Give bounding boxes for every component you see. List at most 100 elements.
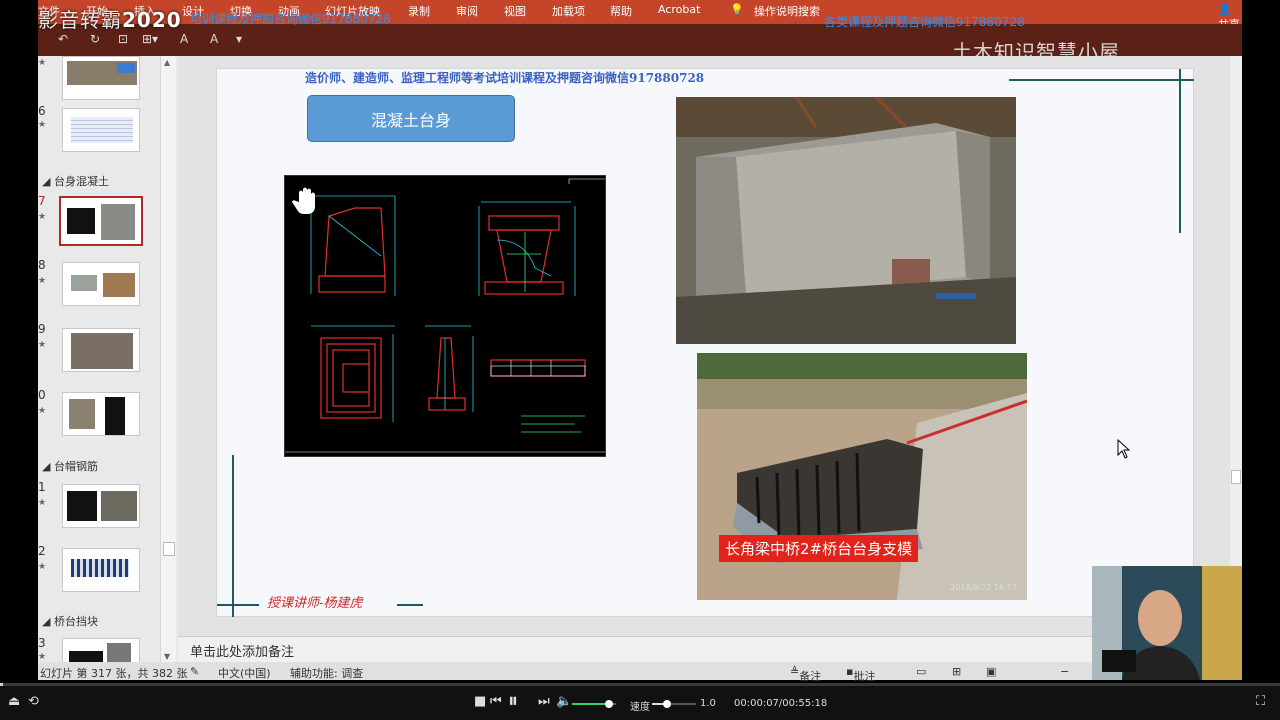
loop-icon[interactable]: ⟲ [28, 695, 39, 708]
stop-icon[interactable]: ■ [474, 695, 486, 708]
font-shrink-icon[interactable]: A [210, 32, 218, 46]
section-header[interactable]: ◢ 桥台挡块 [42, 613, 98, 629]
section-label: 台身混凝土 [53, 175, 109, 188]
notes-button[interactable]: ≜ 备注 [790, 665, 821, 683]
slide-star: ★ [38, 212, 47, 222]
reading-view-icon[interactable]: ▣ [986, 665, 996, 678]
lightbulb-icon: 💡 [730, 3, 744, 16]
player-logo-text: 影音转霸 [38, 8, 122, 32]
fullscreen-icon[interactable]: ⛶ [1256, 695, 1265, 708]
editor-scrollbar-thumb[interactable] [1231, 470, 1241, 484]
slide-title-box[interactable]: 混凝土台身 [307, 95, 515, 142]
volume-knob[interactable] [605, 700, 614, 708]
slide-number: 3 [38, 636, 46, 650]
slide-star: ★ [38, 652, 47, 662]
player-logo-year: 2020 [122, 8, 182, 32]
photo-formwork-svg [697, 353, 1027, 600]
eject-icon[interactable]: ⏏ [8, 695, 20, 708]
slide-star: ★ [38, 562, 47, 572]
tab-addins[interactable]: 加载项 [552, 3, 585, 19]
pause-icon[interactable]: ⏸ [508, 690, 518, 710]
scroll-down-icon[interactable]: ▼ [164, 652, 170, 661]
slide-thumb-13[interactable] [62, 638, 140, 664]
scrollbar-thumb[interactable] [163, 542, 175, 556]
photo-caption: 长角梁中桥2#桥台台身支模 [719, 535, 919, 562]
present-icon[interactable]: ⊡ [118, 32, 128, 46]
sorter-view-icon[interactable]: ⊞ [952, 665, 961, 678]
section-header[interactable]: ◢ 台帽钢筋 [42, 458, 98, 474]
volume-slider[interactable] [572, 700, 616, 708]
player-logo: 影音转霸2020 [38, 4, 182, 33]
comments-button[interactable]: ▪ 批注 [846, 665, 875, 683]
deco-line-right-vertical [1179, 69, 1181, 233]
next-icon[interactable]: ⏭ [538, 695, 550, 708]
editor-scrollbar[interactable] [1230, 56, 1242, 636]
zoom-out-icon[interactable]: − [1060, 665, 1069, 678]
section-label: 台帽钢筋 [53, 460, 98, 473]
tab-acrobat[interactable]: Acrobat [658, 3, 700, 16]
webcam-overlay [1092, 566, 1242, 680]
right-black-margin [1242, 0, 1280, 680]
scroll-up-icon[interactable]: ▲ [164, 58, 170, 67]
cad-drawing-image[interactable] [284, 175, 606, 457]
touch-mode-icon[interactable]: ⊞▾ [142, 32, 158, 46]
slide-number: 6 [38, 104, 46, 118]
photo-concrete-abutment[interactable] [676, 97, 1016, 344]
slide-thumb-10[interactable] [62, 392, 140, 436]
section-label: 桥台挡块 [53, 615, 98, 628]
slide-star: ★ [38, 276, 47, 286]
slide-canvas[interactable]: 造价师、建造师、监理工程师等考试培训课程及押题咨询微信917880728 混凝土… [216, 68, 1194, 617]
photo-datestamp: 2018/9/22 16:57 [950, 583, 1017, 592]
tab-record[interactable]: 录制 [408, 3, 430, 19]
speed-value: 1.0 [700, 698, 716, 709]
spellcheck-icon[interactable]: ✎ [190, 665, 199, 678]
section-header[interactable]: ◢ 台身混凝土 [42, 173, 109, 189]
deco-line-left-vertical [232, 455, 234, 617]
deco-line-top-right [1009, 79, 1194, 81]
person-icon: 👤 [1218, 3, 1232, 16]
slide-star: ★ [38, 406, 47, 416]
slide-number: 2 [38, 544, 46, 558]
undo-icon[interactable]: ↶ [58, 32, 68, 46]
slide-number: 0 [38, 388, 46, 402]
speed-slider[interactable] [652, 700, 696, 708]
previous-icon[interactable]: ⏮ [490, 695, 502, 708]
speed-knob[interactable] [663, 700, 672, 708]
deco-line-bottom-left [217, 604, 259, 606]
tab-review[interactable]: 审阅 [456, 3, 478, 19]
tab-help[interactable]: 帮助 [610, 3, 632, 19]
slide-thumb-8[interactable] [62, 262, 140, 306]
slide-thumb-9[interactable] [62, 328, 140, 372]
slide-star: ★ [38, 498, 47, 508]
customize-qa-icon[interactable]: ▾ [236, 32, 242, 46]
language-indicator[interactable]: 中文(中国) [218, 665, 271, 681]
slide-number: 7 [38, 194, 46, 208]
slide-thumb-5[interactable] [62, 56, 140, 100]
tell-me-search[interactable]: 操作说明搜索 [754, 3, 820, 19]
thumbnail-scrollbar[interactable]: ▲ ▼ [160, 56, 176, 666]
comments-button-label: 批注 [853, 670, 876, 683]
accessibility-status[interactable]: 辅助功能: 调查 [290, 665, 363, 681]
watermark-blue-left: 培训课程及押题咨询微信917880728 [190, 12, 391, 26]
volume-icon[interactable]: 🔈 [556, 695, 572, 708]
presenter-video [1092, 566, 1242, 680]
slide-number: 8 [38, 258, 46, 272]
slide-count: 幻灯片 第 317 张，共 382 张 [40, 667, 188, 680]
font-grow-icon[interactable]: A [180, 32, 188, 46]
mouse-cursor-icon [1117, 439, 1131, 459]
status-bar: 幻灯片 第 317 张，共 382 张 ✎ 中文(中国) 辅助功能: 调查 ≜ … [38, 662, 1092, 683]
deco-line-bottom-mid [397, 604, 423, 606]
slide-thumb-6[interactable] [62, 108, 140, 152]
slide-thumb-7-selected[interactable] [59, 196, 143, 246]
slide-thumb-12[interactable] [62, 548, 140, 592]
media-player-controls: ⏏ ⟲ ■ ⏮ ⏸ ⏭ 🔈 速度 1.0 00:00:07/00:55:18 ⛶ [0, 686, 1280, 720]
speed-label: 速度 [630, 702, 650, 713]
hand-cursor-icon [292, 187, 315, 214]
photo-formwork[interactable]: 长角梁中桥2#桥台台身支模 2018/9/22 16:57 [697, 353, 1027, 600]
slide-thumb-11[interactable] [62, 484, 140, 528]
notes-pane[interactable]: 单击此处添加备注 [178, 636, 1092, 662]
tab-view[interactable]: 视图 [504, 3, 526, 19]
screen: 文件 开始 插入 设计 切换 动画 幻灯片放映 录制 审阅 视图 加载项 帮助 … [0, 0, 1280, 720]
redo-icon[interactable]: ↻ [90, 32, 100, 46]
normal-view-icon[interactable]: ▭ [916, 665, 926, 678]
